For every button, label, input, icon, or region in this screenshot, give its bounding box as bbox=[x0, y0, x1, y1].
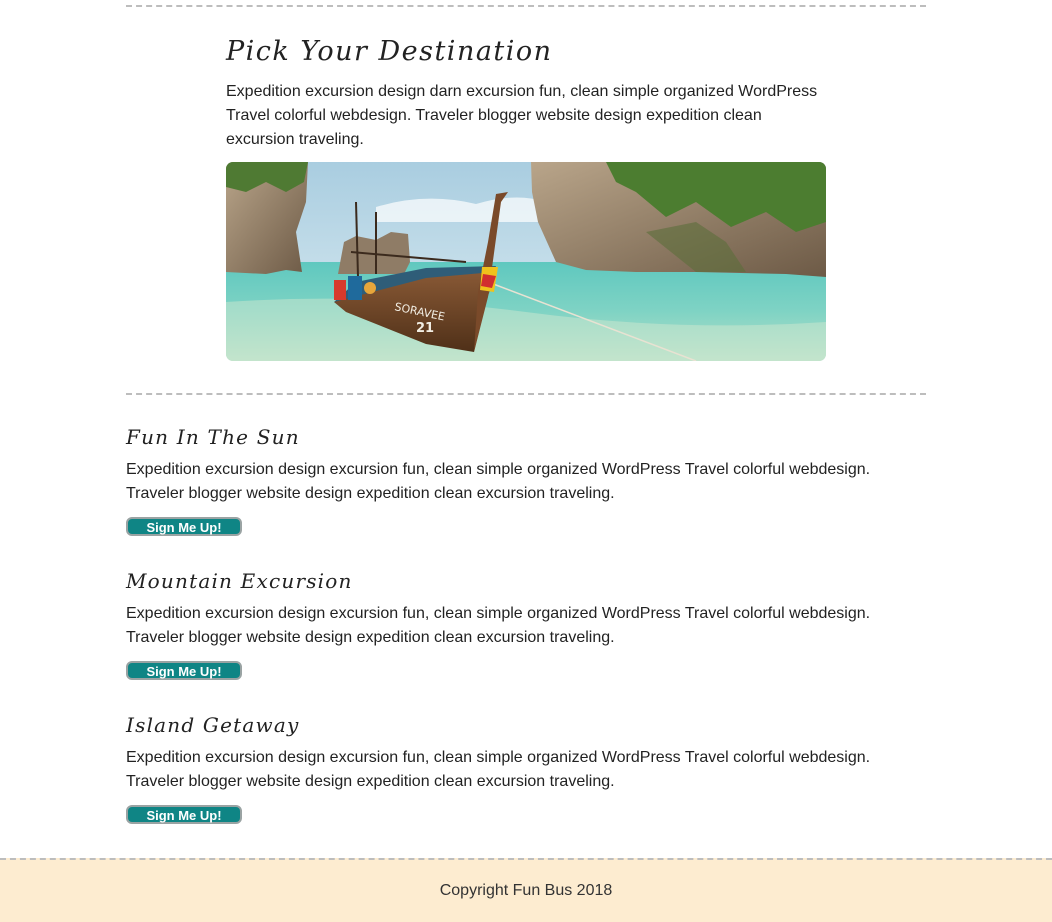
sign-me-up-button[interactable]: Sign Me Up! bbox=[126, 661, 242, 680]
hero-section: Pick Your Destination Expedition excursi… bbox=[226, 30, 826, 152]
copyright-text: Copyright Fun Bus 2018 bbox=[439, 882, 613, 899]
trip-description: Expedition excursion design excursion fu… bbox=[126, 461, 871, 502]
svg-text:21: 21 bbox=[416, 321, 434, 336]
trip-description: Expedition excursion design excursion fu… bbox=[126, 605, 871, 646]
longtail-boat-beach-photo: SORAVEE 21 bbox=[226, 162, 826, 361]
hero-text: Expedition excursion design darn excursi… bbox=[226, 83, 818, 148]
trip-title: Fun In The Sun bbox=[126, 425, 300, 449]
middle-divider bbox=[126, 393, 926, 395]
trip-description: Expedition excursion design excursion fu… bbox=[126, 749, 871, 790]
page: Pick Your Destination Expedition excursi… bbox=[0, 0, 1052, 922]
top-divider bbox=[126, 5, 926, 7]
trip-title: Mountain Excursion bbox=[126, 569, 353, 593]
sign-me-up-button[interactable]: Sign Me Up! bbox=[126, 517, 242, 536]
sign-me-up-button[interactable]: Sign Me Up! bbox=[126, 805, 242, 824]
footer: Copyright Fun Bus 2018 bbox=[0, 858, 1052, 922]
trip-mountain-excursion: Mountain Excursion Expedition excursion … bbox=[126, 566, 906, 681]
trip-title: Island Getaway bbox=[126, 713, 300, 737]
hero-title: Pick Your Destination bbox=[226, 36, 553, 67]
trip-island-getaway: Island Getaway Expedition excursion desi… bbox=[126, 710, 906, 825]
trip-fun-in-the-sun: Fun In The Sun Expedition excursion desi… bbox=[126, 422, 906, 537]
